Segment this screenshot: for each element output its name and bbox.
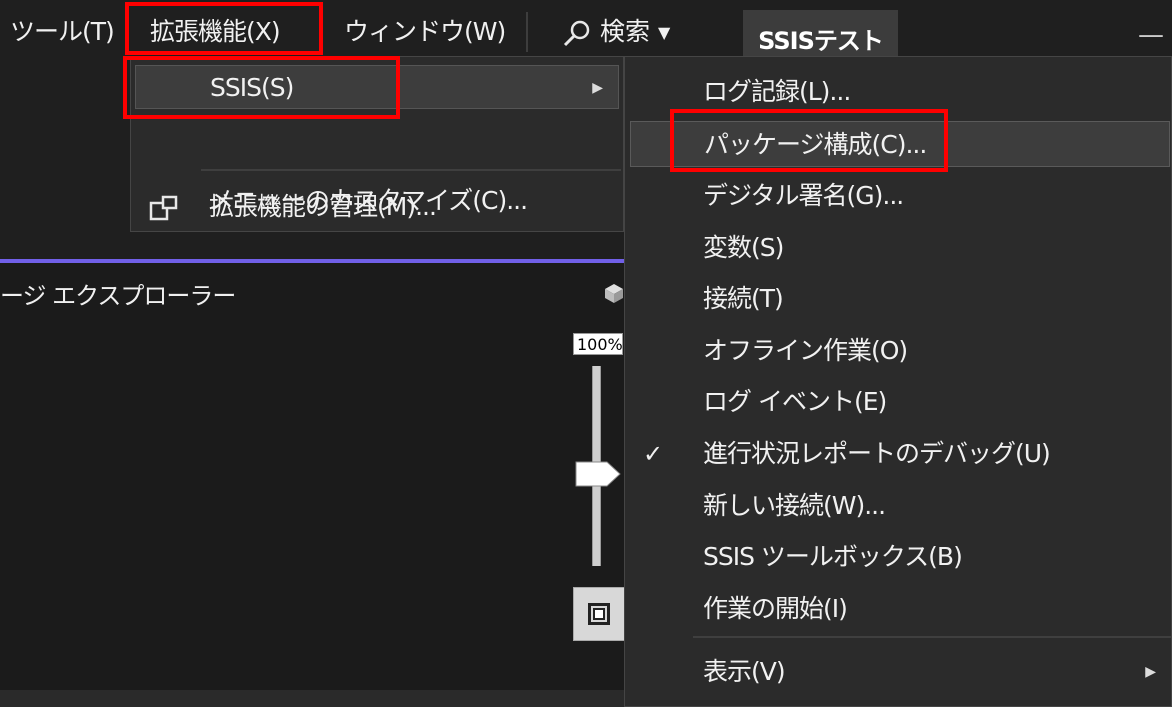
zoom-slider-thumb[interactable] [575,461,621,487]
panel-accent-bar [0,259,625,263]
menu-item-ssis-label: SSIS(S) [210,73,294,102]
search-icon [563,20,590,47]
menu-item-label: SSIS ツールボックス(B) [703,542,963,571]
menu-bar: ツール(T) 拡張機能(X) ウィンドウ(W) 検索 ▼ SSISテスト — [0,0,1172,62]
customize-menu-label: メニューのカスタマイズ(C)... [209,186,528,215]
menu-item-logging[interactable]: ログ記録(L)... [625,69,1171,115]
menu-item-new-connection[interactable]: 新しい接続(W)... [625,483,1171,529]
checkmark-icon: ✓ [643,440,663,468]
menu-item-variables[interactable]: 変数(S) [625,225,1171,271]
app-window: ージ エクスプローラー 100% ツール(T) 拡張機能(X) ウィンドウ(W)… [0,0,1172,707]
menu-divider [526,12,528,52]
menu-separator [693,636,1171,638]
solution-title: SSISテスト [743,10,898,62]
ssis-submenu: ログ記録(L)... パッケージ構成(C)... デジタル署名(G)... 変数… [624,56,1172,707]
status-strip [0,690,624,707]
cube-icon [605,284,623,303]
zoom-to-fit-button[interactable] [573,587,625,641]
menu-item-digital-signing[interactable]: デジタル署名(G)... [625,173,1171,219]
menu-item-log-events[interactable]: ログ イベント(E) [625,379,1171,425]
menu-item-label: 変数(S) [703,233,784,262]
package-explorer-panel [0,263,625,707]
menu-item-label: 進行状況レポートのデバッグ(U) [703,439,1051,468]
menu-item-work-offline[interactable]: オフライン作業(O) [625,328,1171,374]
zoom-level-label: 100% [573,333,623,355]
menu-item-ssis-toolbox[interactable]: SSIS ツールボックス(B) [625,534,1171,580]
menu-item-label: パッケージ構成(C)... [704,130,927,159]
menu-item-ssis[interactable]: SSIS(S) ▶ [135,65,619,109]
menu-item-customize-menu[interactable]: メニューのカスタマイズ(C)... [131,179,623,223]
menu-extensions[interactable]: 拡張機能(X) [150,14,281,50]
menu-item-connections[interactable]: 接続(T) [625,276,1171,322]
menu-item-label: オフライン作業(O) [703,336,908,365]
menu-tools[interactable]: ツール(T) [10,14,115,50]
menu-item-package-configurations[interactable]: パッケージ構成(C)... [630,121,1170,167]
menu-item-label: ログ記録(L)... [703,77,851,106]
menu-item-view[interactable]: 表示(V) ▶ [625,649,1171,695]
search-button[interactable]: 検索 ▼ [562,14,670,50]
package-explorer-title: ージ エクスプローラー [0,282,236,310]
chevron-down-icon: ▼ [658,23,671,42]
extensions-dropdown: SSIS(S) ▶ 拡張機能の管理(M)... メニューのカスタマイズ(C)..… [130,56,624,232]
menu-item-label: 接続(T) [703,284,784,313]
menu-item-label: 新しい接続(W)... [703,491,886,520]
submenu-arrow-icon: ▶ [592,80,603,96]
menu-item-debug-progress-reporting[interactable]: ✓ 進行状況レポートのデバッグ(U) [625,431,1171,477]
menu-separator [201,169,621,171]
menu-item-getting-started[interactable]: 作業の開始(I) [625,586,1171,632]
search-label: 検索 [600,17,651,46]
menu-item-label: デジタル署名(G)... [703,181,904,210]
menu-item-label: ログ イベント(E) [703,387,887,416]
minimize-button[interactable]: — [1138,22,1164,48]
menu-item-label: 作業の開始(I) [703,594,848,623]
menu-item-label: 表示(V) [703,657,786,686]
submenu-arrow-icon: ▶ [1145,664,1156,680]
menu-window[interactable]: ウィンドウ(W) [344,14,506,50]
